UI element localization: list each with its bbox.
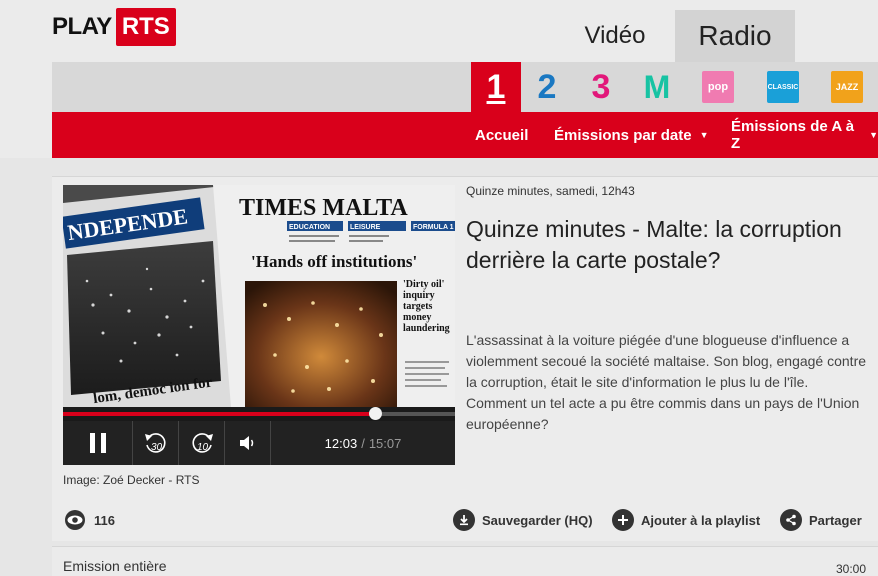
total-duration: 15:07 bbox=[368, 435, 402, 451]
skip-forward-label: 10 bbox=[197, 442, 209, 453]
channel-3-label: 3 bbox=[591, 67, 611, 106]
chevron-down-icon: ▼ bbox=[699, 130, 709, 140]
photo-side-headline: 'Dirty oil' inquiry targets money launde… bbox=[403, 279, 450, 334]
share-button[interactable]: Partager bbox=[780, 508, 862, 532]
nav-emissions-par-date[interactable]: Émissions par date ▼ bbox=[554, 112, 708, 158]
save-label: Sauvegarder (HQ) bbox=[482, 512, 593, 528]
episode-meta[interactable]: Quinze minutes, samedi, 12h43 bbox=[466, 184, 635, 198]
channel-option-musique[interactable]: M bbox=[630, 62, 684, 112]
channel-espace-2[interactable]: 2 bbox=[520, 62, 574, 112]
current-time: 12:03 bbox=[324, 435, 358, 451]
channel-couleur-3[interactable]: 3 bbox=[574, 62, 628, 112]
play-rts-logo[interactable]: PLAY RTS bbox=[52, 8, 176, 46]
channel-classic[interactable]: CLASSIC bbox=[756, 62, 810, 112]
progress-bar[interactable] bbox=[63, 407, 455, 421]
segment-label: Emission entière bbox=[63, 558, 167, 574]
progress-handle[interactable] bbox=[369, 407, 383, 420]
logo-rts-badge: RTS bbox=[115, 8, 176, 46]
photo-section-leisure: LEISURE bbox=[350, 224, 381, 231]
channel-la-1ere[interactable]: 1 bbox=[471, 62, 521, 112]
nav-accueil[interactable]: Accueil bbox=[475, 112, 528, 158]
nav-az-label: Émissions de A à Z bbox=[731, 118, 855, 152]
channel-strip bbox=[52, 62, 878, 112]
playlist-label: Ajouter à la playlist bbox=[641, 512, 761, 528]
nav-date-label: Émissions par date bbox=[554, 126, 692, 144]
channel-2-label: 2 bbox=[537, 67, 557, 106]
chevron-down-icon: ▼ bbox=[869, 130, 878, 140]
photo-section-formula: FORMULA 1 bbox=[413, 224, 454, 231]
photo-headline-text: 'Hands off institutions' bbox=[251, 252, 417, 271]
time-display: 12:03 / 15:07 bbox=[271, 421, 455, 465]
skip-forward-button[interactable]: 10 bbox=[179, 421, 225, 465]
time-separator: / bbox=[361, 435, 365, 451]
skip-forward-10-icon: 10 bbox=[191, 433, 213, 453]
tab-video[interactable]: Vidéo bbox=[556, 12, 674, 60]
save-hq-button[interactable]: Sauvegarder (HQ) bbox=[453, 508, 593, 532]
channel-m-label: M bbox=[643, 68, 671, 105]
nav-accueil-label: Accueil bbox=[475, 126, 529, 144]
add-to-playlist-button[interactable]: Ajouter à la playlist bbox=[612, 508, 760, 532]
tab-radio[interactable]: Radio bbox=[675, 10, 795, 62]
classic-icon: CLASSIC bbox=[767, 71, 799, 103]
logo-play-text: PLAY bbox=[52, 13, 112, 40]
progress-fill bbox=[63, 412, 376, 416]
player-controls: 30 10 12:03 / 15:07 bbox=[63, 421, 455, 465]
jazz-icon: JAZZ bbox=[831, 71, 863, 103]
nav-emissions-a-z[interactable]: Émissions de A à Z ▼ bbox=[731, 112, 878, 158]
download-icon bbox=[453, 509, 475, 531]
view-count-value: 116 bbox=[94, 512, 115, 528]
pause-icon bbox=[89, 433, 106, 453]
eye-icon bbox=[65, 510, 85, 530]
share-label: Partager bbox=[809, 512, 862, 528]
plus-icon bbox=[612, 509, 634, 531]
skip-back-button[interactable]: 30 bbox=[133, 421, 179, 465]
audio-player: NDEPENDE lom, democ ion for TIMES MALTA … bbox=[63, 185, 455, 465]
photo-section-education: EDUCATION bbox=[289, 224, 330, 231]
channel-pop[interactable]: pop bbox=[691, 62, 745, 112]
volume-button[interactable] bbox=[225, 421, 271, 465]
image-credit: Image: Zoé Decker - RTS bbox=[63, 473, 200, 487]
view-count: 116 bbox=[62, 508, 115, 532]
pause-button[interactable] bbox=[63, 421, 133, 465]
channel-1-label: 1 bbox=[486, 67, 506, 106]
volume-icon bbox=[239, 436, 253, 450]
episode-description: L'assassinat à la voiture piégée d'une b… bbox=[466, 332, 867, 432]
share-icon bbox=[780, 509, 802, 531]
segment-duration: 30:00 bbox=[836, 562, 867, 576]
skip-back-30-icon: 30 bbox=[144, 433, 166, 453]
masthead-right-text: TIMES MALTA bbox=[239, 195, 408, 221]
channel-jazz[interactable]: JAZZ bbox=[820, 62, 874, 112]
episode-title: Quinze minutes - Malte: la corruption de… bbox=[466, 216, 842, 273]
segment-row[interactable] bbox=[52, 546, 878, 576]
episode-photo[interactable]: NDEPENDE lom, democ ion for TIMES MALTA … bbox=[63, 185, 455, 407]
skip-back-label: 30 bbox=[151, 442, 163, 453]
pop-icon: pop bbox=[702, 71, 734, 103]
